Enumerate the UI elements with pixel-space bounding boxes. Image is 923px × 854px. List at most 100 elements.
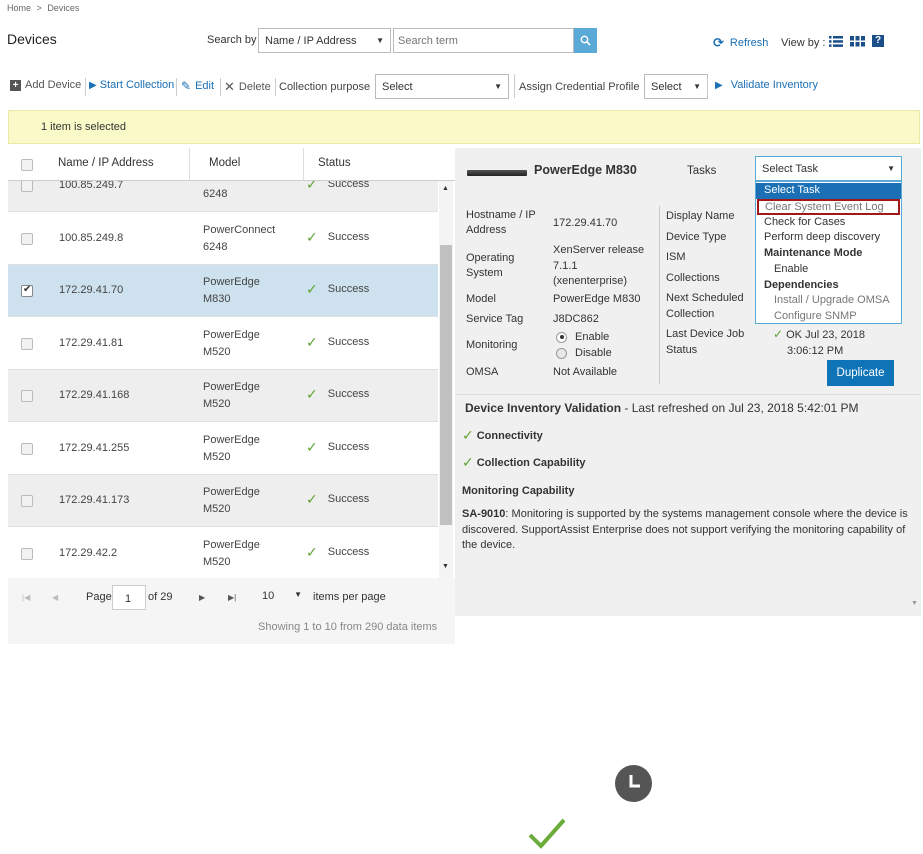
table-body[interactable]: 100.85.249.7PowerConnect6248✓Success100.… [0,181,455,578]
search-button[interactable] [574,28,597,53]
task-menu-item[interactable]: Install / Upgrade OMSA [756,293,901,309]
row-model: PowerEdge M520 [203,537,260,571]
last-page-icon[interactable]: ▶| [228,593,236,602]
refresh-button[interactable]: ⟳ Refresh [713,35,768,51]
prev-page-icon[interactable]: ◀ [52,593,58,602]
check-icon: ✓ [306,491,318,507]
scrollbar-thumb[interactable] [440,245,452,525]
monitoring-label: Monitoring [466,339,518,351]
add-device-label: Add Device [25,79,82,91]
monitoring-disable-label: Disable [575,347,612,359]
search-icon [580,35,591,46]
monitoring-enable-radio[interactable]: Enable [556,331,609,343]
next-scheduled-label-line2: Collection [666,307,715,320]
assign-credential-select[interactable]: Select ▼ [644,74,708,99]
task-select[interactable]: Select Task ▼ [755,156,902,181]
row-checkbox[interactable] [21,390,33,402]
row-status: ✓ Success [306,281,369,298]
radio-selected-icon [556,331,567,343]
scroll-down-icon[interactable]: ▼ [442,563,449,570]
table-row[interactable]: 172.29.41.81 PowerEdge M520 ✓ Success [8,318,438,370]
connectivity-label: Connectivity [476,429,543,442]
delete-button[interactable]: ✕ Delete [224,79,271,95]
edit-button[interactable]: ✎ Edit [181,79,214,93]
validate-inventory-button[interactable]: ▶ Validate Inventory [715,79,818,91]
first-page-icon[interactable]: |◀ [22,593,30,602]
assign-credential-value: Select [651,80,682,93]
column-header-status[interactable]: Status [318,157,351,169]
connectivity-item: ✓ Connectivity [462,427,543,444]
column-header-model[interactable]: Model [209,157,240,169]
toolbar-divider [85,78,86,96]
validate-inventory-label: Validate Inventory [730,79,818,91]
select-all-checkbox[interactable] [21,159,33,171]
list-view-icon[interactable] [829,36,843,47]
start-collection-button[interactable]: ▶ Start Collection [89,79,174,91]
row-checkbox[interactable] [21,284,33,297]
row-model-line2: M520 [203,398,231,410]
row-status: ✓ Success [306,181,369,193]
row-checkbox[interactable] [21,495,33,507]
task-menu-item[interactable]: Perform deep discovery [756,230,901,246]
model-label: Model [466,293,496,305]
task-menu-item[interactable]: Clear System Event Log [757,198,900,215]
monitoring-enable-label: Enable [575,331,610,343]
panel-scroll-down-icon[interactable]: ▼ [911,600,918,607]
task-menu-item[interactable]: Check for Cases [756,215,901,231]
duplicate-button[interactable]: Duplicate [827,360,894,386]
chevron-down-icon: ▼ [294,590,302,599]
monitoring-disable-radio[interactable]: Disable [556,347,612,359]
row-checkbox[interactable] [21,232,33,245]
table-row[interactable]: 172.29.41.168 PowerEdge M520 ✓ Success [8,370,438,422]
per-page-select[interactable]: 10 ▼ [262,590,302,602]
breadcrumb-home[interactable]: Home [7,3,31,13]
table-row[interactable]: 100.85.249.7 PowerConnect6248 ✓ Success [8,181,438,212]
chevron-down-icon: ▼ [693,82,701,91]
table-row[interactable]: 172.29.41.70 PowerEdge M830 ✓ Success [8,265,438,317]
scroll-up-icon[interactable]: ▲ [442,185,449,192]
row-model: PowerEdge M520 [203,432,260,466]
row-ip: 172.29.41.168 [59,389,130,401]
table-scrollbar[interactable]: ▲ ▼ [439,181,453,578]
details-column-divider [659,206,660,384]
last-job-label-line1: Last Device Job [666,328,745,340]
add-device-button[interactable]: + Add Device [10,79,81,91]
row-checkbox[interactable] [21,442,33,455]
check-icon: ✓ [306,228,318,245]
task-menu-item[interactable]: Select Task [756,183,901,199]
next-scheduled-label: Next Scheduled Collection [666,291,744,322]
table-row[interactable]: 172.29.42.2 PowerEdge M520 ✓ Success [8,528,438,579]
column-header-name[interactable]: Name / IP Address [58,157,154,169]
os-label-line2: System [466,267,503,279]
table-row[interactable]: 172.29.41.173 PowerEdge M520 ✓ Success [8,475,438,527]
toolbar-divider [514,74,515,98]
row-model-line1: PowerEdge [203,538,260,551]
radio-unselected-icon [556,347,567,359]
collection-purpose-select[interactable]: Select ▼ [375,74,509,99]
search-input[interactable] [393,28,574,53]
column-divider [303,148,304,181]
search-by-value: Name / IP Address [265,34,357,47]
table-row[interactable]: 172.29.41.255 PowerEdge M520 ✓ Success [8,423,438,475]
os-value-line2: 7.1.1 [553,259,578,272]
collection-capability-label: Collection Capability [476,456,586,469]
hostname-label: Hostname / IP Address [466,208,536,238]
row-checkbox[interactable] [21,547,33,560]
task-menu-item[interactable]: Configure SNMP [756,309,901,325]
row-model-line2: M830 [203,293,231,305]
table-row[interactable]: 100.85.249.8 PowerConnect 6248 ✓ Success [8,213,438,265]
row-status: ✓ Success [306,334,369,351]
validation-title: Device Inventory Validation - Last refre… [465,401,859,415]
next-page-icon[interactable]: ▶ [199,593,205,602]
toolbar-divider [707,78,708,96]
row-status: ✓ Success [306,439,369,456]
last-job-value-line1: OK Jul 23, 2018 [786,329,866,341]
page-number-input[interactable]: 1 [112,585,146,610]
search-by-select[interactable]: Name / IP Address ▼ [258,28,391,53]
task-menu-item[interactable]: Enable [756,262,901,278]
grid-view-icon[interactable] [850,36,865,47]
row-checkbox[interactable] [21,181,33,192]
help-icon[interactable]: ? [872,35,884,47]
row-checkbox[interactable] [21,337,33,350]
refresh-label: Refresh [729,37,769,49]
